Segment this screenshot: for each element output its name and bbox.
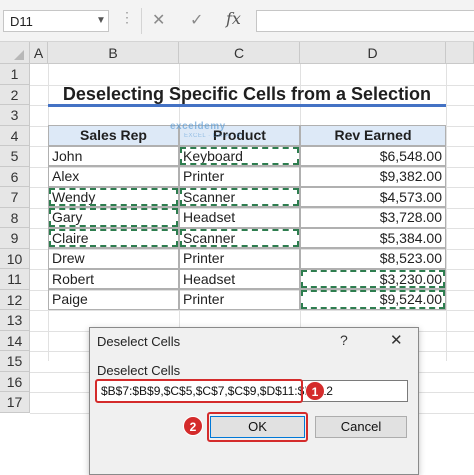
header-sales-rep[interactable]: Sales Rep [48,125,179,146]
name-box[interactable]: D11 [3,10,109,32]
help-icon[interactable]: ? [340,332,348,348]
cell-product[interactable]: Printer [179,166,300,187]
cell-rev-earned[interactable]: $5,384.00 [300,227,446,248]
row-header[interactable]: 4 [0,125,30,146]
column-header-b[interactable]: B [48,42,179,64]
divider [141,8,142,34]
cell-sales-rep[interactable]: Paige [48,289,179,310]
row-header[interactable]: 3 [0,105,30,126]
column-header-a[interactable]: A [30,42,48,64]
dialog-title: Deselect Cells [97,334,181,349]
step-badge-2: 2 [183,416,203,436]
row-header[interactable]: 2 [0,84,30,105]
cell-product[interactable]: Keyboard [179,145,300,166]
step-badge-1: 1 [305,381,325,401]
formula-input[interactable] [256,10,474,32]
cell-product[interactable]: Printer [179,248,300,269]
cell-sales-rep[interactable]: Alex [48,166,179,187]
watermark-tagline: EXCEL · DATA · BI [184,133,244,139]
more-icon: ⋮ [120,9,134,25]
formula-bar: D11 ▼ ⋮ ✕ ✓ fx [0,0,474,42]
row-header[interactable]: 12 [0,289,30,310]
watermark-logo: exceldemy [170,121,226,132]
cell-sales-rep[interactable]: Drew [48,248,179,269]
row-header[interactable]: 10 [0,248,30,269]
select-all-corner[interactable] [0,42,30,64]
cell-rev-earned[interactable]: $3,230.00 [300,268,446,289]
deselect-cells-label: Deselect Cells [97,363,181,378]
cell-rev-earned[interactable]: $3,728.00 [300,207,446,228]
cell-product[interactable]: Headset [179,207,300,228]
cell-rev-earned[interactable]: $9,382.00 [300,166,446,187]
title-underline [48,104,446,107]
row-header[interactable]: 7 [0,187,30,208]
column-header-d[interactable]: D [300,42,446,64]
cell-sales-rep[interactable]: Wendy [48,186,179,207]
deselect-cells-dialog: Deselect Cells ? ✕ Deselect Cells $B$7:$… [89,327,419,475]
insert-function-icon[interactable]: fx [226,9,241,28]
cancel-button[interactable]: Cancel [315,416,407,438]
ok-highlight [207,412,308,442]
cell-sales-rep[interactable]: Claire [48,227,179,248]
header-rev-earned[interactable]: Rev Earned [300,125,446,146]
column-header-e[interactable] [446,42,474,64]
row-header[interactable]: 17 [0,392,30,413]
cell-product[interactable]: Printer [179,289,300,310]
cell-sales-rep[interactable]: John [48,145,179,166]
row-header[interactable]: 11 [0,269,30,290]
cell-product[interactable]: Scanner [179,186,300,207]
chevron-down-icon[interactable]: ▼ [96,15,106,26]
column-header-c[interactable]: C [179,42,300,64]
row-header[interactable]: 5 [0,146,30,167]
cell-sales-rep[interactable]: Robert [48,268,179,289]
input-highlight [95,379,303,403]
row-header[interactable]: 9 [0,228,30,249]
row-header[interactable]: 6 [0,166,30,187]
close-icon[interactable]: ✕ [390,331,403,349]
enter-icon[interactable]: ✓ [190,10,203,30]
row-header[interactable]: 14 [0,330,30,351]
cell-rev-earned[interactable]: $9,524.00 [300,289,446,310]
row-header[interactable]: 8 [0,207,30,228]
row-header[interactable]: 15 [0,351,30,372]
cell-rev-earned[interactable]: $4,573.00 [300,186,446,207]
cell-rev-earned[interactable]: $6,548.00 [300,145,446,166]
cell-sales-rep[interactable]: Gary [48,207,179,228]
cancel-icon[interactable]: ✕ [152,10,165,30]
name-box-value: D11 [10,14,33,29]
row-header[interactable]: 13 [0,310,30,331]
cell-product[interactable]: Headset [179,268,300,289]
row-header[interactable]: 1 [0,64,30,85]
cell-product[interactable]: Scanner [179,227,300,248]
cell-rev-earned[interactable]: $8,523.00 [300,248,446,269]
sheet-title: Deselecting Specific Cells from a Select… [62,84,432,104]
row-header[interactable]: 16 [0,371,30,392]
